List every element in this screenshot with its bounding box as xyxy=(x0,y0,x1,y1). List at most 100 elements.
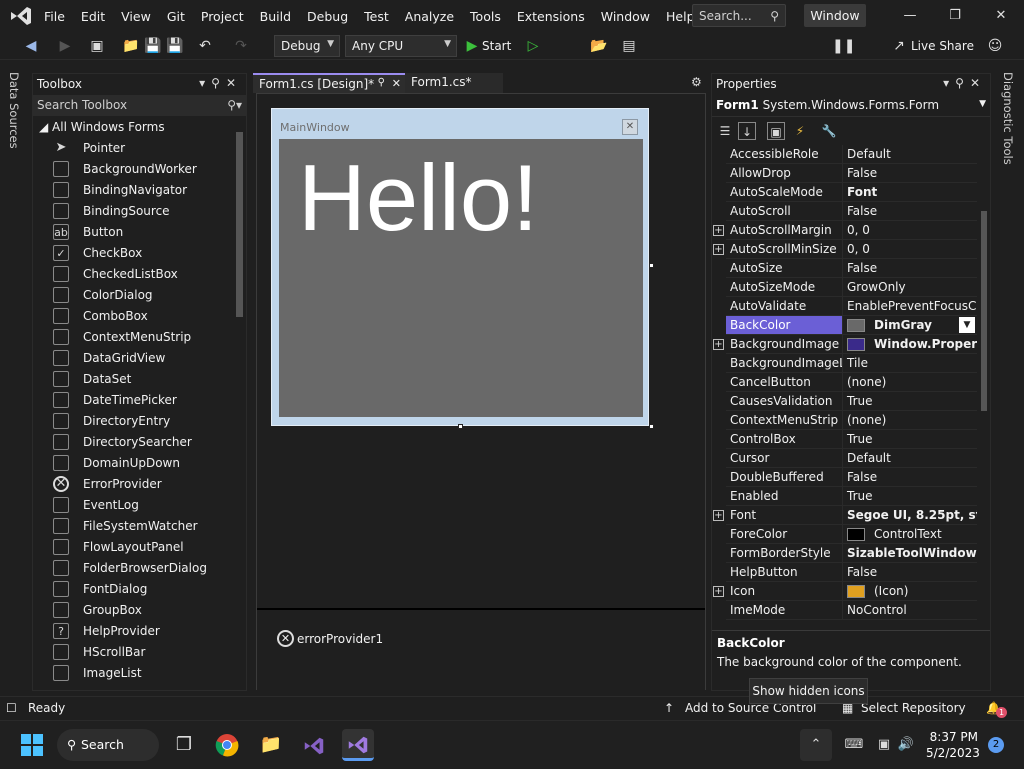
expand-icon[interactable]: + xyxy=(713,510,724,521)
menu-item-debug[interactable]: Debug xyxy=(299,9,356,24)
solution-configuration-combo[interactable]: Debug ▼ xyxy=(274,35,340,57)
toolbox-item[interactable]: BackgroundWorker xyxy=(53,158,197,179)
property-row[interactable]: AutoSizeMode GrowOnly xyxy=(712,278,977,297)
chrome-icon[interactable] xyxy=(211,729,243,761)
property-value[interactable]: False xyxy=(843,563,977,582)
property-row[interactable]: + AutoScrollMinSize 0, 0 xyxy=(712,240,977,259)
resize-handle-right[interactable] xyxy=(649,263,654,268)
redo-icon[interactable]: ↷ xyxy=(232,37,250,55)
toolbox-item[interactable]: HScrollBar xyxy=(53,641,145,662)
property-row[interactable]: DoubleBuffered False xyxy=(712,468,977,487)
feedback-icon[interactable]: ☺ xyxy=(986,37,1004,55)
property-row[interactable]: Cursor Default xyxy=(712,449,977,468)
property-value[interactable]: SizableToolWindow xyxy=(843,544,977,563)
property-value[interactable]: False xyxy=(843,164,977,183)
system-clock[interactable]: 8:37 PM 5/2/2023 xyxy=(926,729,980,761)
close-tab-icon[interactable]: ✕ xyxy=(392,77,401,90)
property-value[interactable]: 0, 0 xyxy=(843,221,977,240)
property-row[interactable]: HelpButton False xyxy=(712,563,977,582)
properties-icon[interactable]: ▣ xyxy=(767,122,785,140)
menu-item-file[interactable]: File xyxy=(36,9,73,24)
undo-icon[interactable]: ↶ xyxy=(196,37,214,55)
property-value[interactable]: Window.Propertie xyxy=(843,335,977,354)
toolbox-item[interactable]: DateTimePicker xyxy=(53,389,177,410)
designed-form[interactable]: MainWindow ✕ Hello! xyxy=(271,108,649,426)
toolbox-item[interactable]: ✓ CheckBox xyxy=(53,242,142,263)
close-window-icon[interactable]: ✕ xyxy=(991,6,1011,26)
property-row[interactable]: AutoScaleMode Font xyxy=(712,183,977,202)
property-value[interactable]: True xyxy=(843,487,977,506)
search-box[interactable]: Search... ⚲ xyxy=(692,4,786,27)
tab-form1-design[interactable]: Form1.cs [Design]* ⚲ ✕ xyxy=(253,73,405,93)
property-value[interactable]: True xyxy=(843,392,977,411)
toolbox-search-input[interactable]: Search Toolbox ⚲▾ xyxy=(33,95,246,116)
scroll-thumb[interactable] xyxy=(981,211,987,411)
property-value[interactable]: Segoe UI, 8.25pt, style xyxy=(843,506,977,525)
dropdown-arrow-icon[interactable]: ▼ xyxy=(959,317,975,333)
toolbox-item[interactable]: ? HelpProvider xyxy=(53,620,160,641)
toolbox-item[interactable]: BindingSource xyxy=(53,200,170,221)
property-row[interactable]: Enabled True xyxy=(712,487,977,506)
property-row[interactable]: AccessibleRole Default xyxy=(712,145,977,164)
property-value[interactable]: False xyxy=(843,202,977,221)
form-designer-surface[interactable]: MainWindow ✕ Hello! ✕ errorProvider1 xyxy=(256,93,706,690)
property-value[interactable]: GrowOnly xyxy=(843,278,977,297)
property-row[interactable]: ContextMenuStrip (none) xyxy=(712,411,977,430)
menu-item-extensions[interactable]: Extensions xyxy=(509,9,593,24)
property-row[interactable]: ControlBox True xyxy=(712,430,977,449)
toolbox-item[interactable]: FlowLayoutPanel xyxy=(53,536,184,557)
save-icon[interactable]: 💾 xyxy=(144,37,162,55)
property-row[interactable]: AutoScroll False xyxy=(712,202,977,221)
tab-form1-code[interactable]: Form1.cs* xyxy=(405,73,503,93)
property-row[interactable]: AutoValidate EnablePreventFocusCha xyxy=(712,297,977,316)
task-view-icon[interactable]: ❐ xyxy=(168,729,200,761)
toolbox-item[interactable]: EventLog xyxy=(53,494,139,515)
diagnostic-tools-tab[interactable]: Diagnostic Tools xyxy=(1001,72,1015,165)
panel-controls[interactable]: ▾⚲✕ xyxy=(943,76,986,90)
property-value[interactable]: False xyxy=(843,468,977,487)
solution-platform-combo[interactable]: Any CPU ▼ xyxy=(345,35,457,57)
toolbox-item[interactable]: ImageList xyxy=(53,662,142,683)
menu-item-project[interactable]: Project xyxy=(193,9,252,24)
start-label[interactable]: Start xyxy=(482,39,511,53)
menu-item-edit[interactable]: Edit xyxy=(73,9,113,24)
property-value[interactable]: Default xyxy=(843,145,977,164)
property-value[interactable]: ControlText xyxy=(843,525,977,544)
categorized-icon[interactable]: ☰ xyxy=(716,122,734,140)
toolbox-item[interactable]: FolderBrowserDialog xyxy=(53,557,207,578)
settings-gear-icon[interactable]: ⚙ xyxy=(691,75,702,89)
visual-studio-active-icon[interactable] xyxy=(342,729,374,761)
toolbox-item[interactable]: ContextMenuStrip xyxy=(53,326,191,347)
menu-item-tools[interactable]: Tools xyxy=(462,9,509,24)
property-value[interactable]: (none) xyxy=(843,373,977,392)
restore-icon[interactable]: ❐ xyxy=(945,6,965,26)
select-repository[interactable]: Select Repository xyxy=(861,701,966,715)
toolbox-item[interactable]: DirectoryEntry xyxy=(53,410,170,431)
menu-item-git[interactable]: Git xyxy=(159,9,193,24)
expand-icon[interactable]: + xyxy=(713,244,724,255)
property-row[interactable]: ForeColor ControlText xyxy=(712,525,977,544)
property-value[interactable]: True xyxy=(843,430,977,449)
toolbox-item[interactable]: FontDialog xyxy=(53,578,147,599)
property-row[interactable]: + AutoScrollMargin 0, 0 xyxy=(712,221,977,240)
toolbox-item[interactable]: ➤ Pointer xyxy=(53,137,126,158)
keyboard-icon[interactable]: ⌨ xyxy=(838,729,870,761)
pause-icon[interactable]: ❚❚ xyxy=(832,37,855,55)
property-grid-scrollbar[interactable] xyxy=(978,145,990,628)
panel-controls[interactable]: ▾⚲✕ xyxy=(199,76,242,90)
property-value[interactable]: (none) xyxy=(843,411,977,430)
menu-item-window[interactable]: Window xyxy=(593,9,658,24)
volume-icon[interactable]: 🔊 xyxy=(890,729,922,761)
expand-icon[interactable]: + xyxy=(713,225,724,236)
object-selector[interactable]: Form1 System.Windows.Forms.Form ▼ xyxy=(712,95,990,117)
property-row[interactable]: +Font Segoe UI, 8.25pt, style xyxy=(712,506,977,525)
toolbox-item[interactable]: DirectorySearcher xyxy=(53,431,192,452)
toolbox-item[interactable]: BindingNavigator xyxy=(53,179,187,200)
property-row[interactable]: BackgroundImageLay Tile xyxy=(712,354,977,373)
notification-count-badge[interactable]: 2 xyxy=(988,737,1004,753)
toolbox-group-header[interactable]: ◢ All Windows Forms xyxy=(39,120,165,134)
live-share-label[interactable]: Live Share xyxy=(911,39,974,53)
property-row[interactable]: AllowDrop False xyxy=(712,164,977,183)
property-value[interactable]: Font xyxy=(843,183,977,202)
property-value[interactable]: NoControl xyxy=(843,601,977,620)
